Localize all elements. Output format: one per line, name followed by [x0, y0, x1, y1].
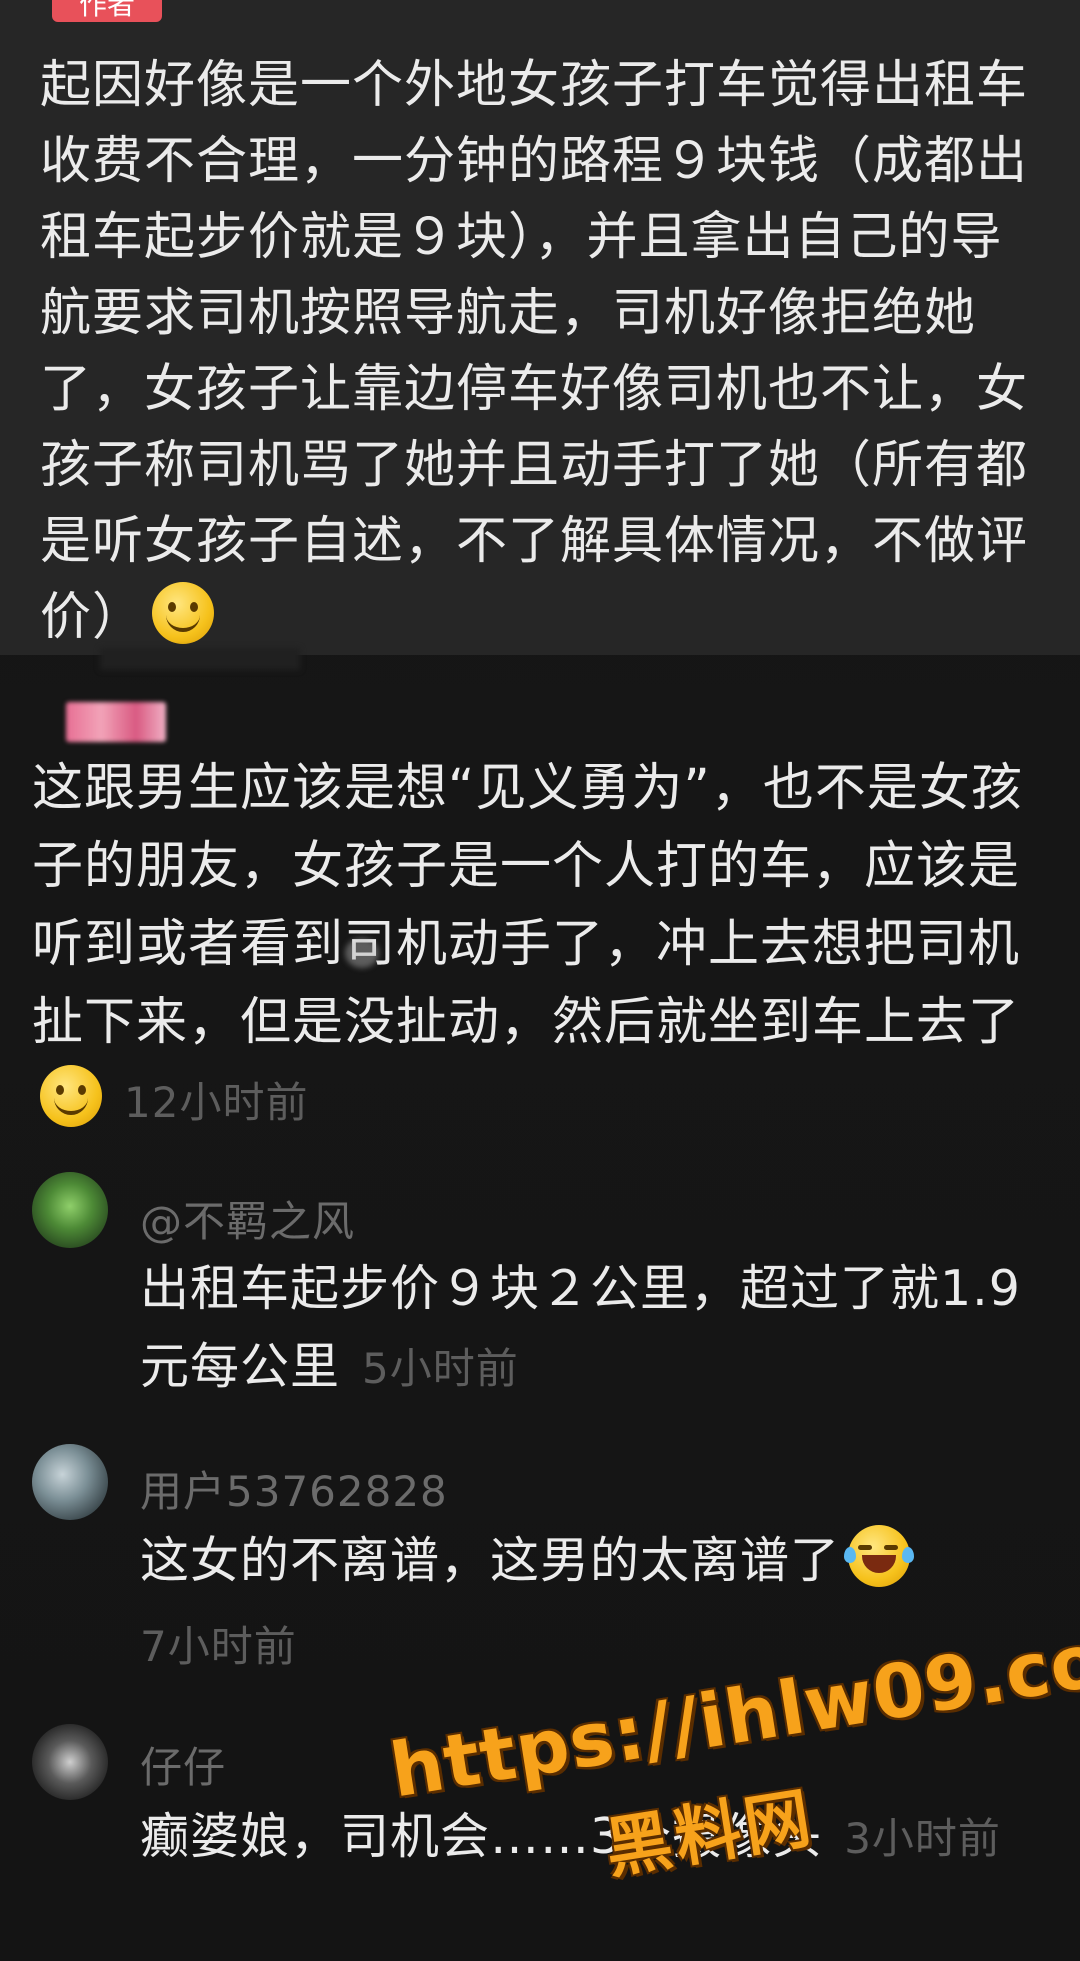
- author-post: 作者 起因好像是一个外地女孩子打车觉得出租车收费不合理，一分钟的路程９块钱（成都…: [0, 0, 1080, 655]
- smile-emoji-icon: [40, 1065, 102, 1127]
- avatar[interactable]: [32, 1724, 108, 1800]
- tear-icon: [844, 1547, 857, 1563]
- comment-username[interactable]: @不羁之风: [140, 1188, 355, 1249]
- smile-emoji-icon: [152, 582, 215, 644]
- comment-text: 这女的不离谱，这男的太离谱了: [140, 1522, 1060, 1600]
- comment-username[interactable]: 用户53762828: [140, 1458, 448, 1519]
- comment-body: 出租车起步价９块２公里，超过了就1.9元每公里: [140, 1260, 1021, 1395]
- author-post-body: 起因好像是一个外地女孩子打车觉得出租车收费不合理，一分钟的路程９块钱（成都出租车…: [40, 56, 1029, 647]
- comment-text: 出租车起步价９块２公里，超过了就1.9元每公里 5小时前: [140, 1250, 1060, 1408]
- author-badge: 作者: [52, 0, 162, 22]
- tear-icon: [902, 1547, 915, 1563]
- comment-time: 5小时前: [362, 1344, 519, 1393]
- comment-username[interactable]: 仔仔: [140, 1734, 226, 1795]
- touch-indicator: [345, 938, 379, 968]
- comment-thread: 作者 起因好像是一个外地女孩子打车觉得出租车收费不合理，一分钟的路程９块钱（成都…: [0, 0, 1080, 1961]
- avatar[interactable]: [32, 1172, 108, 1248]
- reply-text: 这跟男生应该是想“见义勇为”，也不是女孩子的朋友，女孩子是一个人打的车，应该是听…: [32, 759, 1023, 1052]
- redacted-line: [100, 648, 300, 670]
- redacted-username[interactable]: [66, 702, 166, 742]
- laugh-cry-emoji-icon: [844, 1525, 915, 1587]
- watermark-site-name: 黑料网: [600, 1779, 820, 1888]
- comment-body: 这女的不离谱，这男的太离谱了: [140, 1532, 841, 1589]
- avatar[interactable]: [32, 1444, 108, 1520]
- reply-comment[interactable]: 这跟男生应该是想“见义勇为”，也不是女孩子的朋友，女孩子是一个人打的车，应该是听…: [32, 750, 1062, 1142]
- reply-time: 12小时前: [124, 1078, 309, 1127]
- author-post-text: 起因好像是一个外地女孩子打车觉得出租车收费不合理，一分钟的路程９块钱（成都出租车…: [40, 48, 1050, 656]
- comment-time: 7小时前: [140, 1622, 297, 1671]
